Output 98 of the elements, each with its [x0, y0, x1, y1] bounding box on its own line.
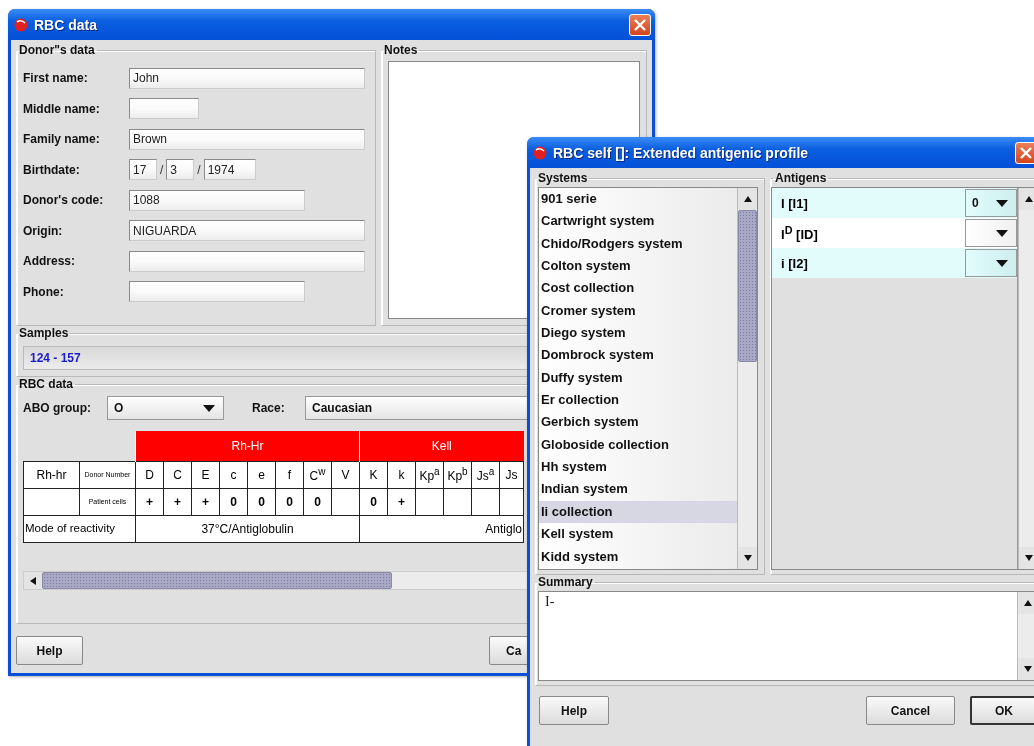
column-header: k: [387, 461, 416, 489]
up-arrow-icon[interactable]: [743, 196, 752, 202]
help-button[interactable]: Help: [16, 636, 83, 665]
caret-icon: [996, 229, 1008, 237]
column-header: Kp$^{b}$: [443, 461, 472, 489]
close-icon: [1020, 146, 1032, 159]
panel-title: Systems: [537, 171, 589, 185]
down-arrow-icon[interactable]: [743, 555, 752, 561]
system-list-item[interactable]: Colton system: [539, 255, 737, 278]
up-arrow-icon[interactable]: [1024, 196, 1033, 202]
date-separator: /: [160, 162, 164, 177]
column-header: Js: [499, 461, 524, 489]
app-logo-icon: [533, 145, 547, 160]
field-label: ABO group:: [23, 401, 92, 415]
system-list-item[interactable]: Kell system: [539, 523, 737, 546]
row-header: Mode of reactivity: [23, 515, 136, 543]
antigen-name: i [I2]: [780, 255, 808, 271]
caret-icon: [203, 404, 215, 412]
system-list-item[interactable]: Ii collection: [539, 500, 737, 524]
window-title: RBC self []: Extended antigenic profile: [553, 144, 810, 161]
field-label: Address:: [23, 254, 76, 269]
panel-title: Samples: [18, 326, 70, 340]
ok-button[interactable]: OK: [970, 696, 1034, 725]
column-header: E: [191, 461, 220, 489]
system-list-item[interactable]: Diego system: [539, 322, 737, 345]
up-arrow-icon[interactable]: [1023, 600, 1032, 606]
window-title: RBC data: [34, 16, 98, 33]
column-header: c: [219, 461, 248, 489]
field-label: Donor's code:: [23, 193, 105, 208]
date-field[interactable]: 17: [129, 159, 157, 181]
antigen-dropdown[interactable]: [965, 219, 1017, 247]
text-field[interactable]: [129, 250, 365, 272]
antigen-dropdown[interactable]: [965, 249, 1017, 277]
antigen-name: I [I1]: [780, 195, 808, 211]
field-label: Phone:: [23, 284, 65, 299]
column-header: D: [135, 461, 164, 489]
column-header: K: [359, 461, 388, 489]
field-label: Birthdate:: [23, 162, 81, 177]
field-label: Race:: [252, 401, 286, 415]
text-field[interactable]: John: [129, 67, 365, 89]
system-list-item[interactable]: Indian system: [539, 478, 737, 501]
column-header: C: [163, 461, 192, 489]
panel-title: Summary: [537, 575, 594, 589]
date-field[interactable]: 3: [166, 159, 195, 181]
column-header: V: [331, 461, 360, 489]
system-list-item[interactable]: Chido/Rodgers system: [539, 232, 737, 256]
left-arrow-icon[interactable]: [29, 576, 37, 585]
date-field[interactable]: 1974: [203, 159, 256, 181]
table-cell: 37°C/Antiglobulin: [135, 515, 360, 543]
column-header: Kp$^{a}$: [415, 461, 444, 489]
panel-title: Notes: [383, 43, 419, 57]
column-header: C$^{w}$: [303, 461, 332, 489]
panel-title: Donor"s data: [18, 43, 96, 57]
horizontal-scrollbar[interactable]: [23, 571, 530, 590]
field-label: First name:: [23, 71, 89, 86]
summary-field[interactable]: I-: [538, 591, 1034, 681]
antigen-name: I$^{D}$ [ID]: [780, 223, 818, 243]
field-label: Middle name:: [23, 101, 101, 116]
row-header: Rh-hr: [23, 461, 80, 489]
system-list-item[interactable]: 901 serie: [539, 188, 737, 211]
summary-text: I-: [545, 594, 555, 609]
system-list-item[interactable]: Hh system: [539, 456, 737, 479]
text-field[interactable]: NIGUARDA: [129, 220, 365, 242]
close-button[interactable]: [629, 13, 651, 36]
caret-icon: [996, 259, 1008, 267]
group-header: Rh-Hr: [135, 431, 360, 462]
group-header: Kell: [359, 431, 524, 462]
system-list-item[interactable]: Cromer system: [539, 299, 737, 323]
caret-icon: [996, 199, 1008, 207]
antigen-dropdown[interactable]: 0: [965, 189, 1017, 217]
app-logo-icon: [14, 17, 28, 32]
down-arrow-icon[interactable]: [1023, 666, 1032, 672]
date-separator: /: [197, 162, 201, 177]
column-header: e: [247, 461, 276, 489]
close-button[interactable]: [1015, 141, 1034, 164]
vertical-scrollbar[interactable]: [737, 188, 757, 569]
help-button[interactable]: Help: [539, 696, 609, 725]
column-header: f: [275, 461, 304, 489]
system-list-item[interactable]: Globoside collection: [539, 433, 737, 457]
system-list-item[interactable]: Cost collection: [539, 277, 737, 300]
field-label: Origin:: [23, 223, 64, 238]
cancel-button[interactable]: Cancel: [866, 696, 955, 725]
text-field[interactable]: 1088: [129, 189, 305, 211]
system-list-item[interactable]: Kidd system: [539, 545, 737, 568]
system-list-item[interactable]: Cartwright system: [539, 210, 737, 233]
close-icon: [634, 18, 646, 31]
table-cell: Antiglo: [359, 515, 524, 543]
column-header: Js$^{a}$: [471, 461, 500, 489]
panel-title: Antigens: [774, 171, 828, 185]
vertical-scrollbar[interactable]: [1017, 592, 1034, 680]
text-field[interactable]: [129, 281, 305, 303]
text-field[interactable]: Brown: [129, 128, 365, 150]
panel-title: RBC data: [18, 377, 74, 391]
abo-group-dropdown[interactable]: O: [107, 396, 224, 420]
vertical-scrollbar[interactable]: [1018, 188, 1034, 569]
field-label: Family name:: [23, 132, 101, 147]
text-field[interactable]: [129, 98, 199, 120]
down-arrow-icon[interactable]: [1024, 555, 1033, 561]
